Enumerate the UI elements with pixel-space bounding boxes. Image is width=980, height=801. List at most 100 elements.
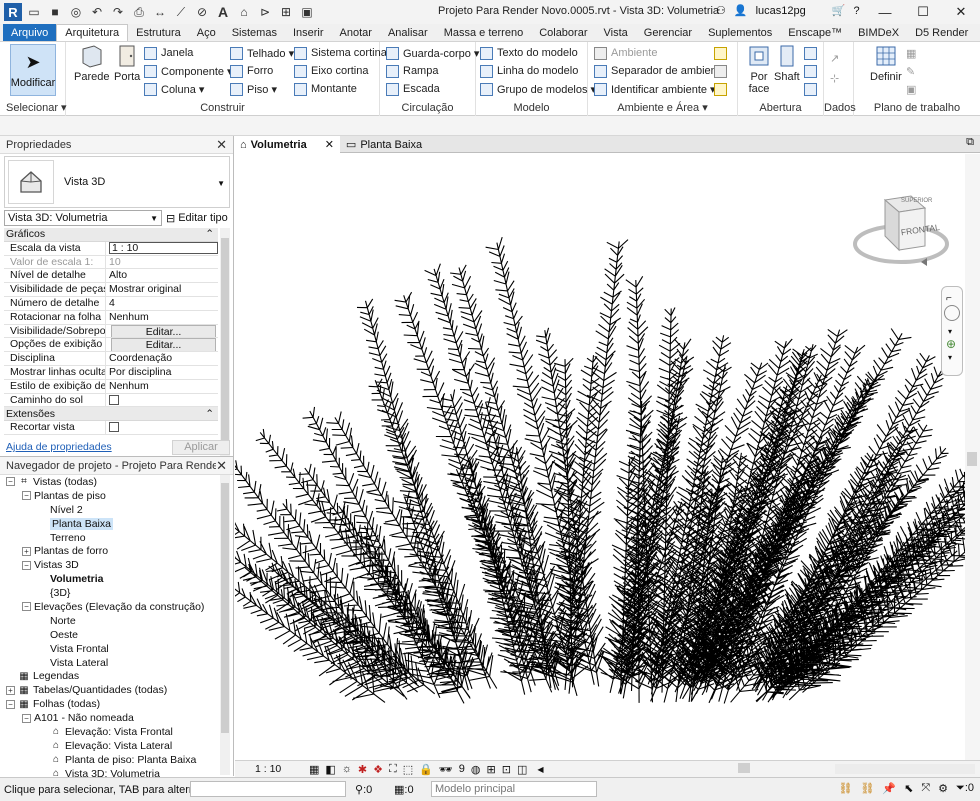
open-icon[interactable]: ▭ [25,4,43,20]
viewer-icon[interactable]: ▣ [906,81,916,97]
view-cube[interactable]: SUPERIOR FRONTAL [845,192,955,272]
tab-suplementos[interactable]: Suplementos [700,24,780,41]
tab-colaborar[interactable]: Colaborar [531,24,595,41]
browser-node[interactable]: Vista Lateral [0,656,220,670]
tab-gerenciar[interactable]: Gerenciar [636,24,700,41]
model-line-button[interactable]: Linha do modelo [480,63,578,79]
browser-node[interactable]: − Elevações (Elevação da construção) [0,600,220,614]
collapse-icon[interactable]: ⌃ [205,408,214,420]
browser-node[interactable]: Terreno [0,531,220,545]
canvas-horizontal-scroll-thumb[interactable] [738,763,750,773]
zoom-region-icon[interactable]: ⊕ [946,337,956,351]
collapse-icon[interactable]: − [22,713,31,723]
ref-plane-icon[interactable]: ✎ [906,63,915,79]
filter-icon[interactable]: ⏷:0 [956,782,974,795]
ceiling-button[interactable]: Forro [230,63,273,79]
background-process-icon[interactable]: ⚙ [938,782,948,795]
properties-help-link[interactable]: Ajuda de propriedades [6,441,112,453]
undo-icon[interactable]: ↶ [88,4,106,20]
visibility-edit-button[interactable]: Editar... [111,324,216,338]
print-icon[interactable]: ⎙ [130,4,148,20]
tabs-menu-icon[interactable]: ⧉ [966,136,974,149]
tag-area-icon[interactable] [714,81,727,97]
browser-node[interactable]: ⌂ Elevação: Vista Lateral [0,739,220,753]
prop-row[interactable]: Escala da vista 1 : 10 [4,241,218,256]
view-tab-planta-baixa[interactable]: ▭ Planta Baixa [340,136,428,153]
tab-enscape[interactable]: Enscape™ [780,24,850,41]
worksets-count[interactable]: ⚲:0 [355,783,372,796]
browser-node[interactable]: Norte [0,614,220,628]
cart-icon[interactable]: 🛒 [832,4,846,17]
by-face-button[interactable]: Por face [744,44,774,95]
shaft-button[interactable]: Shaft [774,44,800,83]
prop-row[interactable]: Caminho do sol [4,393,218,408]
prop-row[interactable]: Mostrar linhas ocultas Por disciplina [4,365,218,380]
curtain-system-button[interactable]: Sistema cortina [294,45,387,61]
show-crop-icon[interactable]: ⬚ [403,763,413,776]
maximize-icon[interactable]: ☐ [904,0,942,24]
browser-node[interactable]: − Plantas de piso [0,489,220,503]
model-group-button[interactable]: Grupo de modelos ▾ [480,81,596,97]
browser-node[interactable]: {3D} [0,586,220,600]
nav-close-icon[interactable]: ⌐ [946,293,952,304]
prop-row[interactable]: Nível de detalhe Alto [4,269,218,284]
tab-vista[interactable]: Vista [596,24,636,41]
view-tab-close-icon[interactable]: ✕ [325,138,334,151]
prop-row[interactable]: Rotacionar na folha Nenhum [4,310,218,325]
collapse-icon[interactable]: − [22,560,31,570]
save-icon[interactable]: ■ [46,4,64,20]
door-button[interactable]: Porta [114,44,140,83]
help-icon[interactable]: ? [853,5,859,17]
dimension-icon[interactable]: ⟋ [172,4,190,20]
switch-windows-icon[interactable]: ▣ [298,4,316,20]
curtain-grid-button[interactable]: Eixo cortina [294,63,368,79]
revit-logo-icon[interactable]: R [4,3,22,21]
wall-button[interactable]: Parede [74,44,109,83]
room-button[interactable]: Ambiente [594,45,657,61]
view-instance-dropdown[interactable]: Vista 3D: Volumetria ▼ [4,210,162,226]
user-icon[interactable]: 👤 [734,4,748,17]
temp-hide-icon[interactable]: 🕶 [439,763,453,776]
render-icon[interactable]: ❖ [373,763,383,776]
tab-inserir[interactable]: Inserir [285,24,332,41]
area-icon[interactable] [714,45,727,61]
edit-type-button[interactable]: ⊟ Editar tipo [166,212,228,225]
ribbon-toggle-icon[interactable]: ⊖▾ [976,24,980,41]
window-button[interactable]: Janela [144,45,193,61]
set-workplane-button[interactable]: Definir [870,44,902,83]
minimize-icon[interactable]: — [866,0,904,24]
browser-node[interactable]: − ⌗ Vistas (todas) [0,475,220,489]
analytical-icon[interactable]: ⊡ [502,763,511,776]
properties-close-icon[interactable]: ✕ [216,137,227,153]
view-scale[interactable]: 1 : 10 [255,763,305,775]
shadows-icon[interactable]: ✱ [358,763,367,776]
section-icon[interactable]: ⊳ [256,4,274,20]
binoculars-icon[interactable]: ⚇ [716,4,726,17]
prop-row[interactable]: Estilo de exibição de ...Nenhum [4,379,218,394]
tag-room-button[interactable]: Identificar ambiente ▾ [594,81,716,97]
browser-node[interactable]: ⌂ Planta de piso: Planta Baixa [0,753,220,767]
ramp-button[interactable]: Rampa [386,63,438,79]
model-selector[interactable]: Modelo principal [431,781,597,797]
browser-node[interactable]: + ▦ Tabelas/Quantidades (todas) [0,683,220,697]
tab-arquivo[interactable]: Arquivo [3,24,57,41]
browser-node[interactable]: − Vistas 3D [0,558,220,572]
browser-node[interactable]: ⌂ Elevação: Vista Frontal [0,725,220,739]
browser-node[interactable]: Volumetria [0,572,220,586]
prop-row[interactable]: Número de detalhe 4 [4,296,218,311]
tab-analisar[interactable]: Analisar [380,24,436,41]
crop-view-icon[interactable]: ⛶ [389,763,397,776]
tab-sistemas[interactable]: Sistemas [224,24,285,41]
railing-button[interactable]: Guarda-corpo ▾ [386,45,479,61]
grid-icon[interactable]: ⊹ [830,70,839,86]
design-options-count[interactable]: ▦:0 [394,783,414,796]
tab-massa-terreno[interactable]: Massa e terreno [436,24,531,41]
dormer-icon[interactable] [804,81,817,97]
drag-elements-icon[interactable]: ⤧ [921,782,930,795]
browser-node[interactable]: Vista Frontal [0,642,220,656]
select-dropdown[interactable]: Selecionar ▾ [0,101,67,114]
properties-scroll-thumb[interactable] [221,238,229,448]
select-by-face-icon[interactable]: ⬉ [904,782,913,795]
collapse-icon[interactable]: − [6,477,15,487]
browser-node[interactable]: Oeste [0,628,220,642]
